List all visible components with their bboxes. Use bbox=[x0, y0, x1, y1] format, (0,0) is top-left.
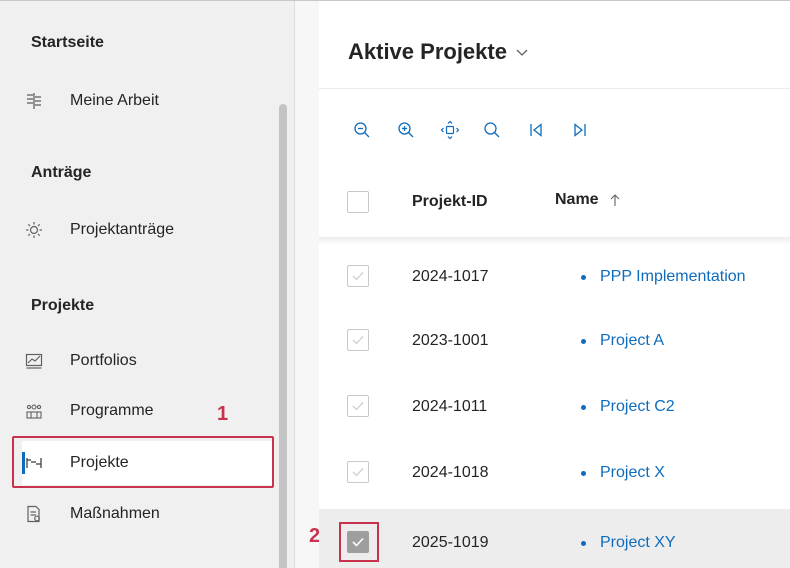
sidebar-item-massnahmen[interactable]: Maßnahmen bbox=[22, 492, 272, 536]
project-id: 2025-1019 bbox=[412, 534, 489, 551]
table-row[interactable]: 2023-1001 Project A bbox=[319, 309, 790, 375]
sidebar-item-meine-arbeit[interactable]: Meine Arbeit bbox=[22, 79, 272, 123]
row-checkbox[interactable] bbox=[347, 395, 369, 417]
toolbar bbox=[351, 119, 613, 141]
last-page-icon[interactable] bbox=[569, 119, 591, 141]
section-title-projekte: Projekte bbox=[31, 297, 95, 314]
sidebar-item-label: Portfolios bbox=[70, 352, 137, 369]
fit-view-icon[interactable] bbox=[439, 119, 461, 141]
divider bbox=[319, 88, 790, 89]
header-shadow bbox=[319, 237, 790, 245]
project-name-link[interactable]: Project C2 bbox=[581, 398, 675, 416]
annotation-highlight-checkbox bbox=[339, 522, 379, 562]
bullet-dot bbox=[581, 274, 586, 280]
project-name: Project XY bbox=[600, 534, 676, 551]
main-content: Aktive Projekte Projekt-ID Name 2024-101… bbox=[319, 1, 790, 568]
projects-icon bbox=[22, 451, 46, 475]
sidebar-item-label: Projekte bbox=[70, 454, 129, 471]
project-name-link[interactable]: Project X bbox=[581, 464, 665, 482]
project-name-link[interactable]: PPP Implementation bbox=[581, 268, 746, 286]
zoom-out-icon[interactable] bbox=[351, 119, 373, 141]
row-checkbox[interactable] bbox=[347, 461, 369, 483]
sidebar-item-label: Programme bbox=[70, 402, 154, 419]
table-row[interactable]: 2024-1018 Project X bbox=[319, 441, 790, 507]
sidebar-scrollbar[interactable] bbox=[279, 104, 287, 568]
content-gutter bbox=[295, 1, 319, 568]
sidebar-item-portfolios[interactable]: Portfolios bbox=[22, 339, 272, 383]
sort-ascending-icon bbox=[610, 194, 619, 206]
sidebar-item-programme[interactable]: Programme bbox=[22, 389, 272, 433]
project-name: Project A bbox=[600, 332, 665, 349]
bullet-dot bbox=[581, 404, 586, 410]
sidebar-item-label: Meine Arbeit bbox=[70, 92, 159, 109]
project-id: 2023-1001 bbox=[412, 332, 489, 349]
table-row-selected[interactable]: 2025-1019 Project XY bbox=[319, 509, 790, 568]
project-id: 2024-1011 bbox=[412, 398, 488, 415]
bullet-dot bbox=[581, 540, 586, 546]
sidebar: Startseite Meine Arbeit Anträge Projekta… bbox=[0, 1, 294, 568]
section-title-antraege: Anträge bbox=[31, 164, 92, 181]
project-id: 2024-1018 bbox=[412, 464, 489, 481]
table-header: Projekt-ID Name bbox=[319, 175, 790, 233]
table-row[interactable]: 2024-1017 PPP Implementation bbox=[319, 245, 790, 311]
bullet-dot bbox=[581, 470, 586, 476]
column-header-label: Name bbox=[555, 191, 599, 208]
view-selector[interactable]: Aktive Projekte bbox=[348, 39, 529, 65]
sidebar-item-projektantraege[interactable]: Projektanträge bbox=[22, 208, 272, 252]
column-header-name[interactable]: Name bbox=[555, 191, 621, 209]
project-name: PPP Implementation bbox=[600, 268, 746, 285]
project-name-link[interactable]: Project XY bbox=[581, 534, 676, 552]
selection-indicator bbox=[22, 452, 25, 474]
sidebar-item-label: Maßnahmen bbox=[70, 505, 160, 522]
sidebar-item-label: Projektanträge bbox=[70, 221, 175, 238]
measures-icon bbox=[22, 502, 46, 526]
my-work-icon bbox=[22, 89, 46, 113]
column-header-projekt-id[interactable]: Projekt-ID bbox=[412, 193, 488, 211]
row-checkbox[interactable] bbox=[347, 329, 369, 351]
portfolio-icon bbox=[22, 349, 46, 373]
row-checkbox[interactable] bbox=[347, 265, 369, 287]
annotation-step-1: 1 bbox=[217, 403, 229, 425]
select-all-checkbox[interactable] bbox=[347, 191, 369, 213]
programs-icon bbox=[22, 399, 46, 423]
project-name-link[interactable]: Project A bbox=[581, 332, 664, 350]
page-title: Aktive Projekte bbox=[348, 39, 507, 64]
project-id: 2024-1017 bbox=[412, 268, 489, 285]
section-title-startseite: Startseite bbox=[31, 34, 104, 51]
table-row[interactable]: 2024-1011 Project C2 bbox=[319, 375, 790, 441]
sidebar-item-projekte[interactable]: Projekte bbox=[22, 441, 272, 485]
project-name: Project X bbox=[600, 464, 665, 481]
first-page-icon[interactable] bbox=[525, 119, 547, 141]
bullet-dot bbox=[581, 338, 586, 344]
lightbulb-icon bbox=[22, 218, 46, 242]
zoom-in-icon[interactable] bbox=[395, 119, 417, 141]
chevron-down-icon bbox=[516, 49, 528, 56]
project-name: Project C2 bbox=[600, 398, 675, 415]
search-icon[interactable] bbox=[481, 119, 503, 141]
app-window: Startseite Meine Arbeit Anträge Projekta… bbox=[0, 0, 790, 568]
